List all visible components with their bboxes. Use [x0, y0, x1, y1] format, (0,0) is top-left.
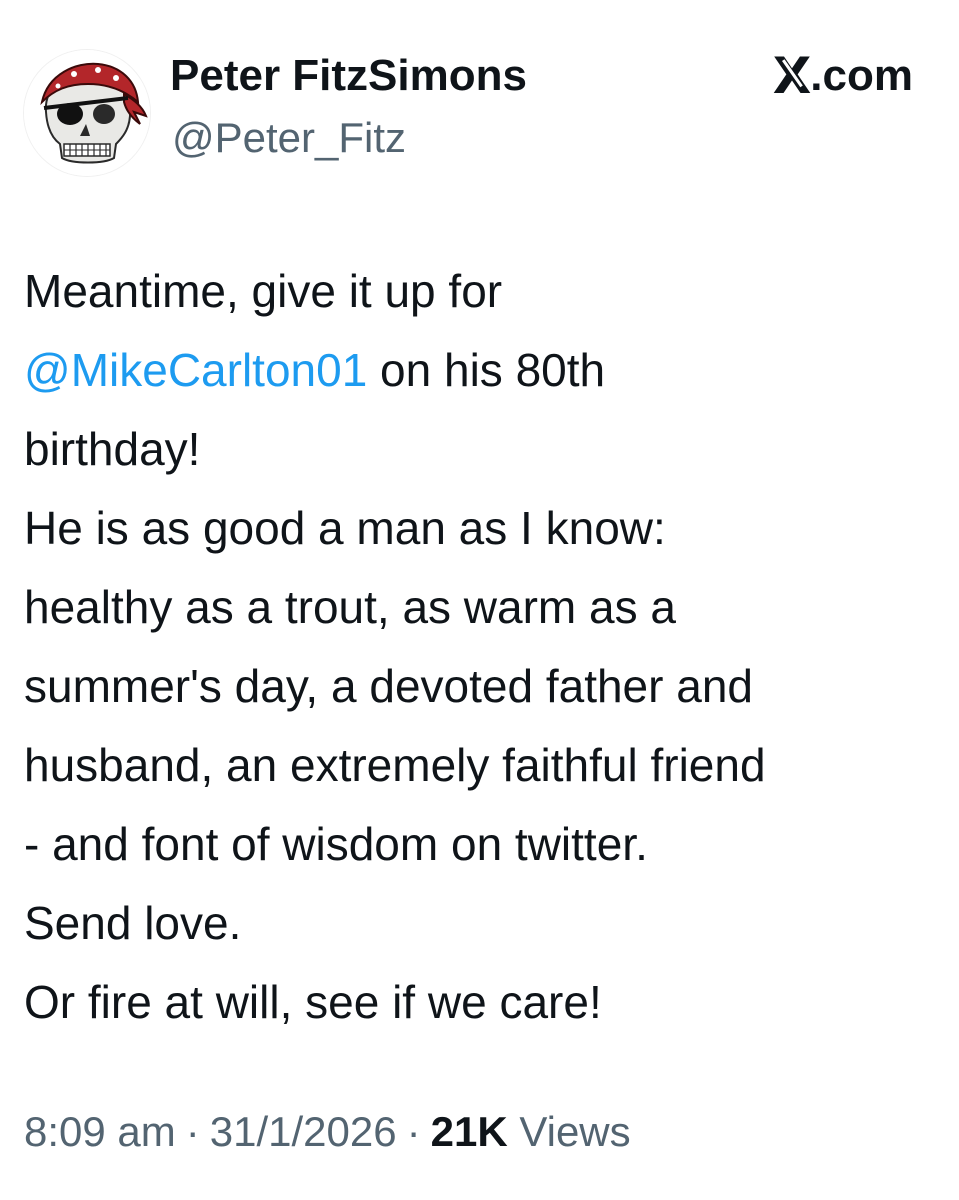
tweet-line-text: on his 80th: [367, 344, 606, 396]
tweet-line: husband, an extremely faithful friend: [24, 739, 766, 791]
brand-watermark: X .com: [773, 50, 913, 102]
tweet-line: He is as good a man as I know:: [24, 502, 666, 554]
tweet-date[interactable]: 31/1/2026: [210, 1108, 397, 1155]
views-count[interactable]: 21K: [431, 1108, 508, 1155]
meta-separator: ·: [185, 1108, 200, 1155]
tweet-line: Or fire at will, see if we care!: [24, 976, 602, 1028]
views-label: Views: [519, 1108, 631, 1155]
tweet-line: @MikeCarlton01 on his 80th: [24, 331, 934, 410]
x-logo-icon: X: [772, 47, 812, 105]
tweet-line: birthday!: [24, 423, 201, 475]
author-display-name[interactable]: Peter FitzSimons: [170, 50, 527, 102]
tweet-meta: 8:09 am · 31/1/2026 · 21K Views: [24, 1106, 631, 1158]
tweet-text: Meantime, give it up for @MikeCarlton01 …: [24, 252, 934, 1042]
tweet-line: - and font of wisdom on twitter.: [24, 818, 648, 870]
meta-separator: ·: [406, 1108, 421, 1155]
tweet-time[interactable]: 8:09 am: [24, 1108, 176, 1155]
avatar[interactable]: [24, 50, 150, 176]
tweet-line: summer's day, a devoted father and: [24, 660, 753, 712]
pirate-skull-bandana-icon: [24, 50, 150, 176]
tweet-line: Send love.: [24, 897, 242, 949]
tweet-header: Peter FitzSimons @Peter_Fitz X .com: [0, 0, 959, 200]
brand-domain: .com: [810, 51, 913, 100]
tweet-line: healthy as a trout, as warm as a: [24, 581, 676, 633]
tweet-line: Meantime, give it up for: [24, 265, 503, 317]
author-handle[interactable]: @Peter_Fitz: [172, 112, 406, 164]
mention-link[interactable]: @MikeCarlton01: [24, 344, 367, 396]
